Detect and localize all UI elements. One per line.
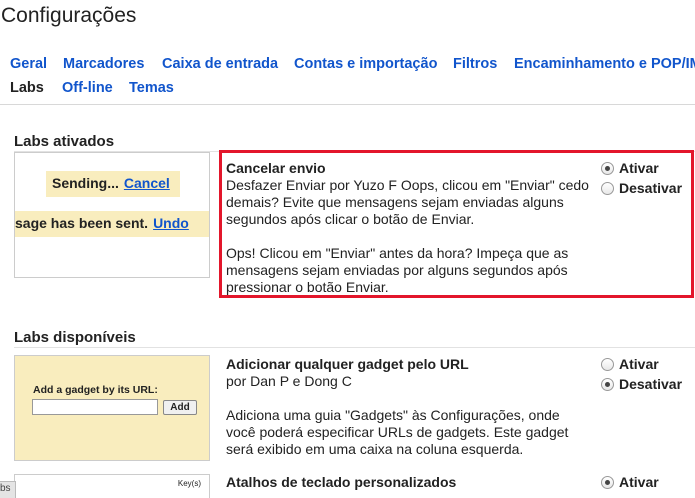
section-divider <box>14 347 695 348</box>
lab-preview-cancelar-envio: Sending... Cancel sage has been sent. Undo <box>14 152 210 278</box>
section-title-labs-disponiveis: Labs disponíveis <box>14 329 136 346</box>
tab-caixa-de-entrada[interactable]: Caixa de entrada <box>162 56 278 72</box>
lab-title: Atalhos de teclado personalizados <box>226 474 591 491</box>
tab-contas-e-importacao[interactable]: Contas e importação <box>294 56 437 72</box>
tab-marcadores[interactable]: Marcadores <box>63 56 144 72</box>
keys-label: Key(s) <box>178 479 201 488</box>
tab-encaminhamento-e-pop-imap[interactable]: Encaminhamento e POP/IM <box>514 56 695 72</box>
gadget-add-button: Add <box>163 400 197 415</box>
tab-temas[interactable]: Temas <box>129 80 174 96</box>
page-title: Configurações <box>1 4 136 28</box>
lab-description-gadget-url: Adicionar qualquer gadget pelo URL por D… <box>226 356 591 458</box>
tab-filtros[interactable]: Filtros <box>453 56 497 72</box>
undo-link: Undo <box>153 215 189 231</box>
sending-text: Sending... <box>52 175 119 191</box>
lab-preview-gadget-url: Add a gadget by its URL: Add <box>14 355 210 461</box>
tab-off-line[interactable]: Off-line <box>62 80 113 96</box>
lab-author: por Dan P e Dong C <box>226 373 591 390</box>
gadget-url-input <box>32 399 158 415</box>
sent-text: sage has been sent. <box>15 215 148 231</box>
lab-title: Adicionar qualquer gadget pelo URL <box>226 356 591 373</box>
lab-preview-keyboard-shortcuts: Key(s) <box>14 474 210 498</box>
lab-description-keyboard-shortcuts: Atalhos de teclado personalizados <box>226 474 591 491</box>
radio-label-desativar[interactable]: Desativar <box>619 376 682 392</box>
radio-label-ativar[interactable]: Ativar <box>619 356 659 372</box>
section-title-labs-ativados: Labs ativados <box>14 133 114 150</box>
tab-geral[interactable]: Geral <box>10 56 47 72</box>
highlight-annotation-box <box>219 150 694 298</box>
radio-button-checked[interactable] <box>601 378 614 391</box>
radio-button-checked[interactable] <box>601 476 614 489</box>
tabs-divider <box>0 104 695 105</box>
radio-button[interactable] <box>601 358 614 371</box>
tab-labs[interactable]: Labs <box>10 80 44 96</box>
sent-notice: sage has been sent. Undo <box>14 211 210 237</box>
radio-label-ativar[interactable]: Ativar <box>619 474 659 490</box>
lab-spacer <box>226 390 591 407</box>
cancel-link: Cancel <box>124 175 170 191</box>
lab-text: Adiciona uma guia "Gadgets" às Configura… <box>226 407 591 458</box>
sending-notice: Sending... Cancel <box>46 171 180 197</box>
gadget-url-label: Add a gadget by its URL: <box>33 384 158 396</box>
status-bar-fragment: bs <box>0 481 16 498</box>
